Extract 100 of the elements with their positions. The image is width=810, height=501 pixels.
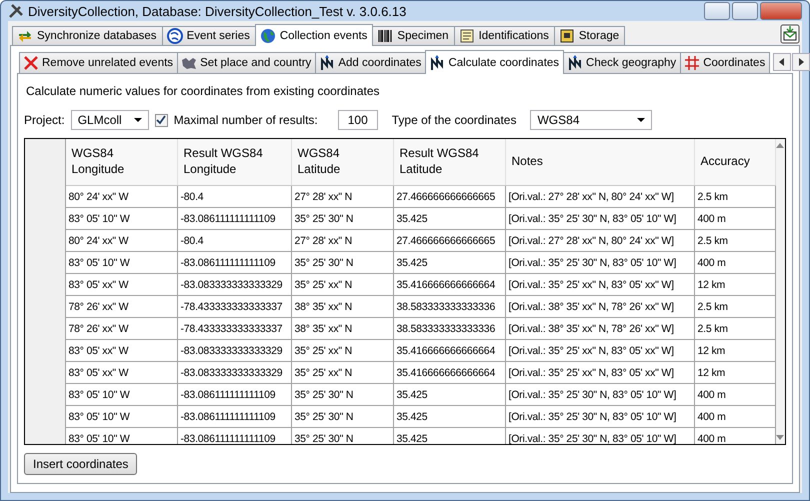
table-cell: 35° 25' xx" N (291, 362, 393, 384)
table-cell: 27.466666666666665 (393, 230, 505, 252)
coordinate-type-dropdown[interactable]: WGS84 (530, 110, 652, 130)
tab[interactable]: Remove unrelated events (19, 52, 178, 73)
grid-icon (684, 55, 700, 71)
table-cell: 38° 35' xx" N (291, 296, 393, 318)
scroll-up-icon[interactable] (776, 143, 784, 148)
table-cell: 400 m (694, 208, 775, 230)
coordinate-type-label: Type of the coordinates (392, 113, 516, 127)
sync-arrows-icon (17, 28, 33, 44)
table-cell: 35° 25' 30" N (291, 208, 393, 230)
table-cell: 38.583333333333336 (393, 296, 505, 318)
table-cell: [Ori.val.: 27° 28' xx" N, 80° 24' xx" W] (505, 230, 694, 252)
tab[interactable]: Set place and country (177, 52, 316, 73)
table-cell: 35° 25' 30" N (291, 252, 393, 274)
column-header[interactable]: WGS84 Longitude (65, 139, 177, 186)
scroll-right-icon[interactable] (792, 53, 810, 71)
minimize-button[interactable] (704, 2, 730, 20)
table-cell: 2.5 km (694, 186, 775, 208)
tab[interactable]: Check geography (563, 52, 682, 73)
table-cell: 78° 26' xx" W (65, 296, 177, 318)
table-cell: [Ori.val.: 38° 35' xx" N, 78° 26' xx" W] (505, 318, 694, 340)
table-cell: 35.416666666666664 (393, 274, 505, 296)
table-cell: 12 km (694, 362, 775, 384)
table-cell: 400 m (694, 406, 775, 428)
dropdown-arrow-icon (134, 118, 142, 122)
table-cell: -83.086111111111109 (177, 208, 291, 230)
column-header[interactable]: Accuracy (694, 139, 775, 186)
max-results-label: Maximal number of results: (174, 113, 318, 127)
table-cell: [Ori.val.: 35° 25' xx" N, 83° 05' xx" W] (505, 274, 694, 296)
table-cell: 35° 25' xx" N (291, 340, 393, 362)
table-cell: -83.083333333333329 (177, 340, 291, 362)
table-cell: 35.425 (393, 252, 505, 274)
insert-coordinates-button[interactable]: Insert coordinates (24, 453, 138, 475)
table-cell: -78.433333333333337 (177, 296, 291, 318)
table-cell: 400 m (694, 252, 775, 274)
column-header[interactable]: Notes (505, 139, 694, 186)
table-cell: [Ori.val.: 35° 25' 30" N, 83° 05' 10" W] (505, 406, 694, 428)
north-arrow-icon (429, 54, 446, 70)
row-header-corner (25, 139, 65, 186)
table-cell: [Ori.val.: 35° 25' 30" N, 83° 05' 10" W] (505, 252, 694, 274)
project-dropdown[interactable]: GLMcoll (70, 110, 149, 130)
table-cell: -80.4 (177, 186, 291, 208)
checkbox[interactable] (154, 114, 168, 126)
table-cell: -80.4 (177, 230, 291, 252)
table-cell: 83° 05' xx" W (65, 362, 177, 384)
tab[interactable]: Coordinates (680, 52, 770, 73)
table-cell: 27° 28' xx" N (291, 186, 393, 208)
table-cell: 83° 05' xx" W (65, 274, 177, 296)
table-cell: 78° 26' xx" W (65, 318, 177, 340)
table-cell: -83.086111111111109 (177, 252, 291, 274)
dropdown-arrow-icon (637, 118, 646, 122)
barcode-icon (377, 28, 394, 44)
table-cell: -78.433333333333337 (177, 318, 291, 340)
table-cell: 27° 28' xx" N (291, 230, 393, 252)
tab[interactable]: Event series (162, 26, 256, 45)
table-cell: 2.5 km (694, 318, 775, 340)
table-cell: 2.5 km (694, 230, 775, 252)
row-header[interactable] (25, 428, 65, 444)
globe-icon (166, 28, 183, 44)
table-cell: [Ori.val.: 35° 25' 30" N, 83° 05' 10" W] (505, 384, 694, 406)
envelope-icon[interactable] (780, 24, 800, 44)
table-cell: 35.416666666666664 (393, 340, 505, 362)
map-icon (181, 55, 198, 71)
table-cell: 80° 24' xx" W (65, 230, 177, 252)
earth-icon (260, 28, 276, 44)
scroll-down-icon[interactable] (776, 435, 784, 440)
table-cell: 35.425 (393, 406, 505, 428)
table-cell: -83.083333333333329 (177, 362, 291, 384)
column-header[interactable]: WGS84 Latitude (291, 139, 393, 186)
scroll-left-icon[interactable] (773, 53, 792, 71)
tab[interactable]: Identifications (454, 26, 555, 45)
tab[interactable]: Calculate coordinates (425, 50, 564, 74)
table-cell: 400 m (694, 384, 775, 406)
max-results-field[interactable]: 100 (338, 110, 378, 130)
window-title: DiversityCollection, Database: DiversityCollection_Test v. 3.0.6.13 (28, 4, 408, 18)
tab[interactable]: Collection events (254, 24, 374, 46)
table-cell: 80° 24' xx" W (65, 186, 177, 208)
north-arrow-icon (319, 55, 336, 71)
table-cell: 83° 05' 10" W (65, 406, 177, 428)
project-label: Project: (24, 113, 65, 127)
description-text: Calculate numeric values for coordinates from existing coordinates (26, 84, 381, 98)
table-cell: 12 km (694, 340, 775, 362)
table-cell: -83.083333333333329 (177, 274, 291, 296)
tab[interactable]: Storage (554, 26, 626, 45)
tools-icon (8, 3, 24, 19)
tab[interactable]: Specimen (372, 26, 455, 45)
table-cell: 83° 05' 10" W (65, 208, 177, 230)
table-cell: 38.583333333333336 (393, 318, 505, 340)
table-cell: -83.086111111111109 (177, 384, 291, 406)
tab[interactable]: Synchronize databases (12, 26, 163, 45)
table-cell: 35.425 (393, 384, 505, 406)
table-cell: [Ori.val.: 38° 35' xx" N, 78° 26' xx" W] (505, 296, 694, 318)
column-header[interactable]: Result WGS84 Longitude (177, 139, 291, 186)
table-cell: 2.5 km (694, 296, 775, 318)
cross-icon (23, 55, 39, 71)
table-cell: [Ori.val.: 27° 28' xx" N, 80° 24' xx" W] (505, 186, 694, 208)
tab[interactable]: Add coordinates (315, 52, 426, 73)
column-header[interactable]: Result WGS84 Latitude (393, 139, 505, 186)
maximize-button[interactable] (732, 2, 758, 20)
